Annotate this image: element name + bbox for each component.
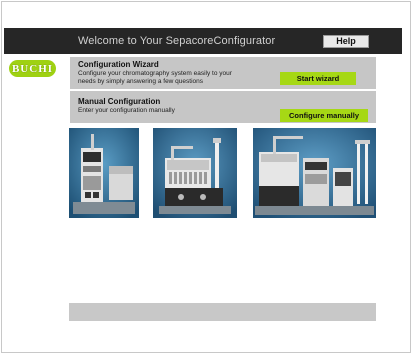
start-wizard-button[interactable]: Start wizard: [280, 72, 356, 85]
sepacore-fraction-collector-photo[interactable]: [153, 128, 237, 218]
manual-description: Enter your configuration manually: [78, 107, 175, 114]
manual-configuration-panel: Manual Configuration Enter your configur…: [70, 91, 376, 123]
configuration-wizard-panel: Configuration Wizard Configure your chro…: [70, 57, 376, 89]
wizard-description-line2: needs by simply answering a few question…: [78, 78, 204, 85]
sepacore-full-system-photo[interactable]: [253, 128, 376, 218]
footer-bar: [69, 303, 376, 321]
help-button[interactable]: Help: [323, 35, 369, 48]
wizard-description-line1: Configure your chromatography system eas…: [78, 70, 232, 77]
wizard-title: Configuration Wizard: [78, 60, 159, 69]
sepacore-compact-system-photo[interactable]: [69, 128, 139, 218]
manual-title: Manual Configuration: [78, 97, 161, 106]
configure-manually-button[interactable]: Configure manually: [280, 109, 368, 122]
buchi-logo: BUCHI: [9, 60, 56, 77]
page-title: Welcome to Your SepacoreConfigurator: [78, 35, 276, 47]
logo-text: BUCHI: [11, 62, 54, 75]
